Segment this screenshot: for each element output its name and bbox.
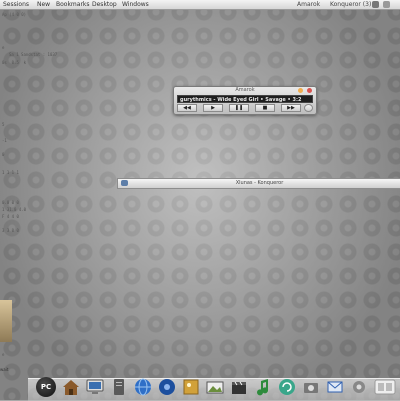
tray-icon[interactable] [383, 1, 390, 8]
conky-line: Sa 1 Sandstat : 1037 [9, 52, 58, 57]
server-icon[interactable] [109, 377, 129, 397]
previous-button[interactable]: ◀◀ [177, 104, 197, 112]
tray-icon[interactable] [372, 1, 379, 8]
camera-icon[interactable] [301, 377, 321, 397]
stop-button[interactable]: ■ [255, 104, 275, 112]
conky-line: Ap (4 0 0) [2, 12, 27, 17]
track-display: gurythmics - Wide Eyed Girl • Savage • 3… [177, 95, 313, 103]
globe-icon[interactable] [133, 377, 153, 397]
konqueror-titlebar[interactable]: Xlunas - Konqueror [117, 178, 400, 189]
pause-button[interactable]: ❚❚ [229, 104, 249, 112]
track-info: gurythmics - Wide Eyed Girl • Savage • 3… [180, 97, 302, 103]
conky-line: 1 1 1 1 [2, 170, 19, 175]
next-button[interactable]: ▶▶ [281, 104, 301, 112]
clapperboard-icon[interactable] [229, 377, 249, 397]
conky-line: 0s 0.5 k [2, 60, 27, 65]
active-app-label[interactable]: Amarok [297, 0, 320, 9]
amarok-player[interactable]: Amarok gurythmics - Wide Eyed Girl • Sav… [173, 86, 317, 115]
monitor-icon[interactable] [85, 377, 105, 397]
music-note-icon[interactable] [253, 377, 273, 397]
volume-knob-icon[interactable] [304, 104, 313, 112]
konqueror-title: Xlunas - Konqueror [235, 180, 284, 186]
app-switcher-icon[interactable] [373, 377, 397, 397]
menu-sessions[interactable]: Sessions [3, 0, 29, 9]
conky-line: 5 [2, 122, 5, 127]
image-viewer-icon[interactable] [205, 377, 225, 397]
desktop-photo[interactable] [0, 300, 12, 342]
playback-controls: ◀◀ ▶ ❚❚ ■ ▶▶ [177, 104, 313, 112]
conky-line: e [2, 45, 5, 50]
conky-line: -1 [2, 138, 7, 143]
dock-left-label: wait [0, 367, 9, 372]
window-menu-icon[interactable] [121, 180, 128, 186]
close-button[interactable] [307, 88, 312, 93]
conky-line: 1 31.0 4.0 [2, 207, 27, 212]
settings-icon[interactable] [349, 377, 369, 397]
menubar: Sessions New Bookmarks Desktop Windows A… [0, 0, 400, 10]
minimize-button[interactable] [298, 88, 303, 93]
menu-new[interactable]: New [37, 0, 50, 9]
window-title-label[interactable]: Konqueror (3) [330, 0, 371, 9]
play-button[interactable]: ▶ [203, 104, 223, 112]
amarok-title: Amarok [235, 87, 255, 93]
conky-line: 3 3 0 0 [2, 228, 19, 233]
conky-line: 0.0 0 0 [2, 200, 19, 205]
conky-line: F 4 4 0 [2, 214, 19, 219]
conky-line: e [2, 352, 5, 357]
pc-label: PC [40, 383, 52, 391]
menu-windows[interactable]: Windows [122, 0, 149, 9]
menu-desktop[interactable]: Desktop [92, 0, 117, 9]
home-icon[interactable] [61, 377, 81, 397]
menu-bookmarks[interactable]: Bookmarks [56, 0, 90, 9]
photo-icon[interactable] [181, 377, 201, 397]
network-icon[interactable] [157, 377, 177, 397]
pc-icon[interactable]: PC [36, 377, 56, 397]
desktop-wallpaper [0, 0, 400, 400]
update-icon[interactable] [277, 377, 297, 397]
conky-line: 0 [2, 152, 5, 157]
mail-icon[interactable] [325, 377, 345, 397]
